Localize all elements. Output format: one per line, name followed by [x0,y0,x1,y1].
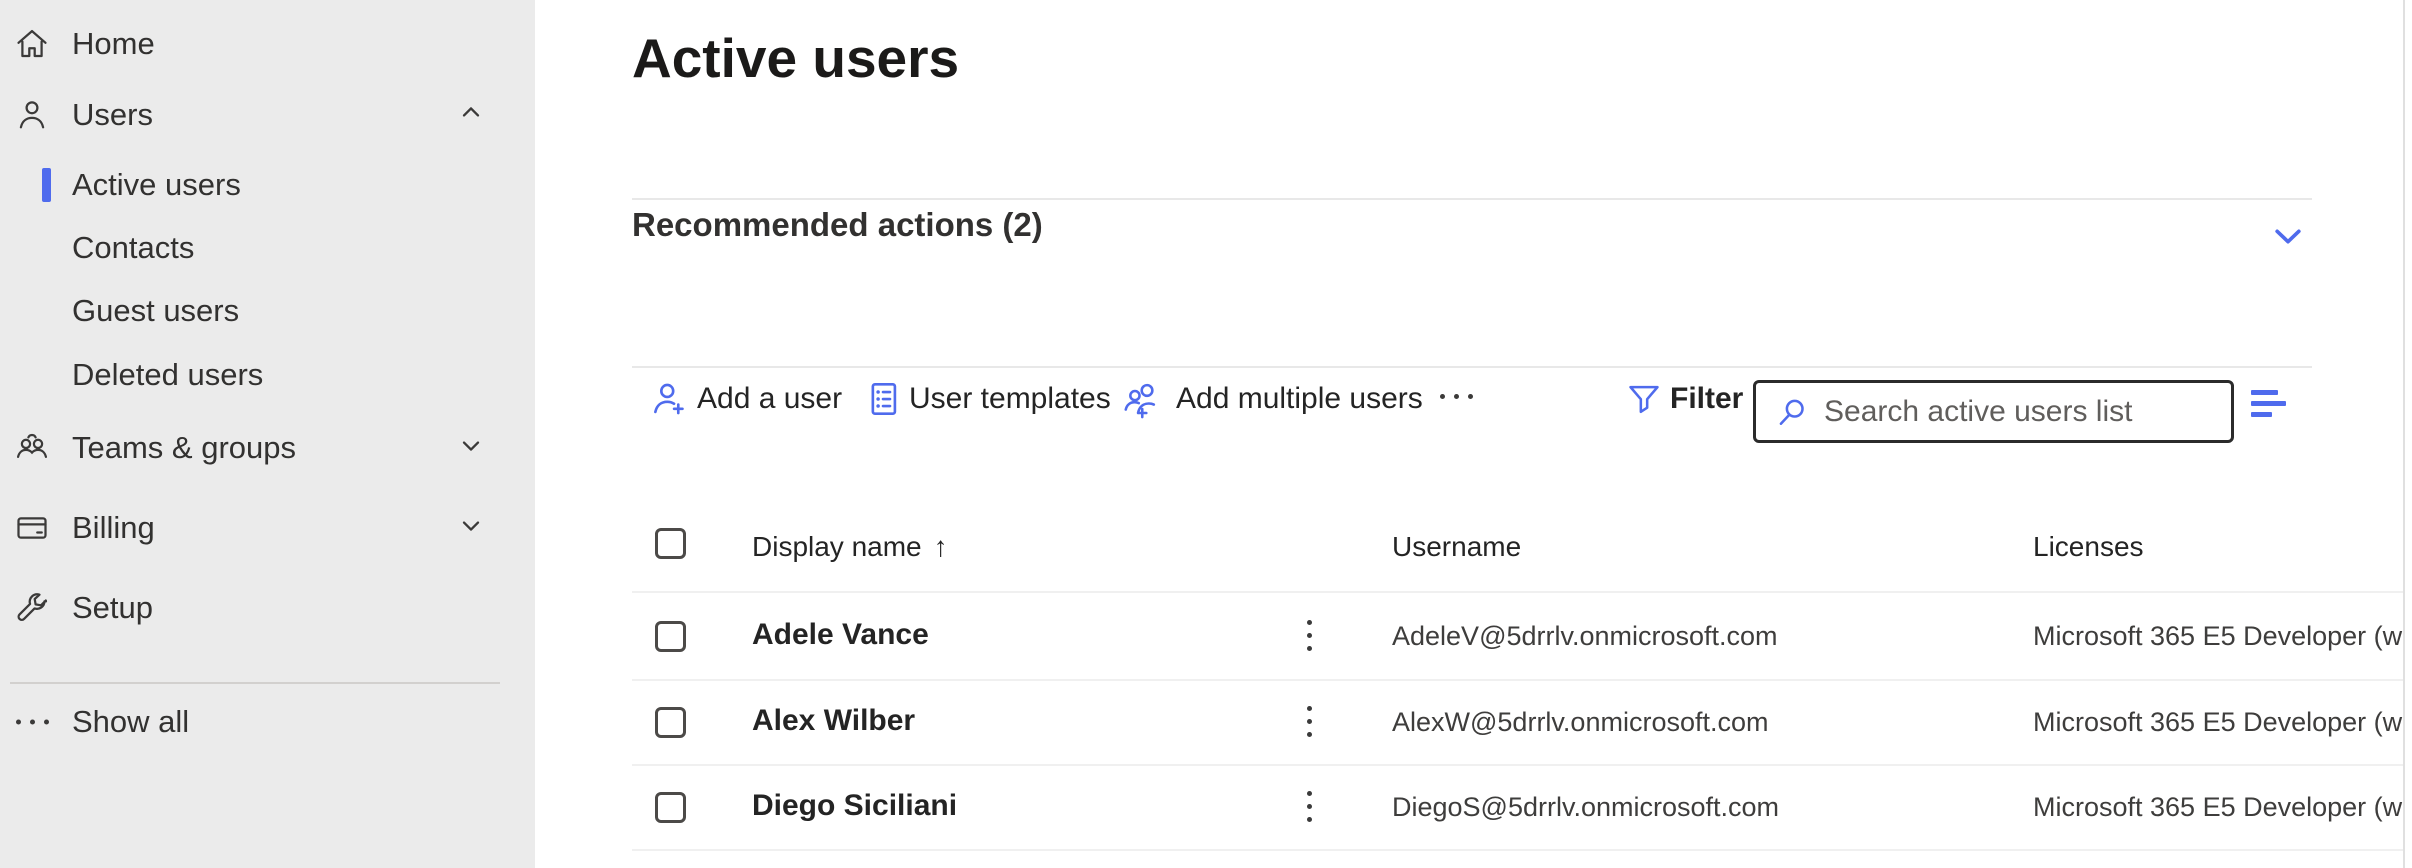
sidebar-item-guest-users[interactable]: Guest users [0,282,535,340]
ellipsis-icon [10,720,54,725]
sidebar-item-label: Show all [72,704,189,740]
sidebar-item-label: Deleted users [72,357,263,393]
home-icon [10,26,54,62]
display-name-cell[interactable]: Alex Wilber [752,704,915,738]
user-templates-icon[interactable] [862,378,904,425]
licenses-cell: Microsoft 365 E5 Developer (withou [2033,621,2405,652]
chevron-down-icon[interactable] [2268,216,2308,261]
username-cell: DiegoS@5drrlv.onmicrosoft.com [1392,792,1779,823]
sidebar-item-teams-groups[interactable]: Teams & groups [0,419,535,477]
search-icon [1774,394,1810,430]
page-title: Active users [632,26,959,90]
selected-indicator [42,168,51,202]
row-divider [632,764,2405,766]
sidebar-item-users[interactable]: Users [0,86,535,144]
sidebar-item-setup[interactable]: Setup [0,579,535,637]
chevron-down-icon [457,432,485,465]
row-checkbox[interactable] [655,707,686,738]
scroll-edge-line [2403,0,2405,868]
filter-button[interactable]: Filter [1670,382,1743,416]
sidebar-item-label: Teams & groups [72,430,296,466]
display-name-cell[interactable]: Adele Vance [752,618,929,652]
sidebar-item-label: Guest users [72,293,239,329]
sort-ascending-arrow: ↑ [934,531,948,562]
wrench-icon [10,590,54,626]
sidebar-item-label: Contacts [72,230,194,266]
sort-lines-icon[interactable] [2251,390,2286,423]
sidebar-item-active-users[interactable]: Active users [0,156,535,214]
sidebar-item-billing[interactable]: Billing [0,499,535,557]
licenses-cell: Microsoft 365 E5 Developer (withou [2033,792,2405,823]
column-header-licenses[interactable]: Licenses [2033,531,2144,563]
recommended-actions-divider [632,366,2312,368]
row-divider [632,849,2405,851]
column-header-display-name[interactable]: Display name↑ [752,531,948,563]
admin-center-page: Home Users Active users Contacts Guest u… [0,0,2412,868]
search-box [1753,380,2234,443]
sidebar-item-label: Setup [72,590,153,626]
search-input[interactable] [1824,395,2221,429]
add-user-icon[interactable] [648,378,690,425]
add-multiple-users-icon[interactable] [1121,378,1165,427]
row-more-actions-icon[interactable] [1307,706,1312,737]
row-divider [632,679,2405,681]
column-header-username[interactable]: Username [1392,531,1521,563]
add-multiple-users-button[interactable]: Add multiple users [1176,382,1423,416]
add-user-button[interactable]: Add a user [697,382,842,416]
user-templates-button[interactable]: User templates [909,382,1111,416]
sidebar-item-label: Users [72,97,153,133]
username-cell: AlexW@5drrlv.onmicrosoft.com [1392,707,1768,738]
chevron-up-icon [457,99,485,132]
sidebar-divider [10,682,500,684]
sidebar-item-show-all[interactable]: Show all [0,693,535,751]
more-actions-icon[interactable] [1440,394,1473,399]
people-icon [10,429,54,467]
sidebar-item-home[interactable]: Home [0,15,535,73]
main-content: Active users Recommended actions (2) Add… [535,0,2412,868]
person-icon [10,97,54,133]
row-checkbox[interactable] [655,621,686,652]
chevron-down-icon [457,512,485,545]
display-name-cell[interactable]: Diego Siciliani [752,789,957,823]
select-all-checkbox[interactable] [655,528,686,559]
recommended-actions-header[interactable]: Recommended actions (2) [632,206,1043,244]
sidebar: Home Users Active users Contacts Guest u… [0,0,535,868]
sidebar-item-label: Home [72,26,155,62]
title-divider [632,198,2312,200]
filter-icon[interactable] [1625,380,1663,423]
sidebar-item-deleted-users[interactable]: Deleted users [0,346,535,404]
row-checkbox[interactable] [655,792,686,823]
row-more-actions-icon[interactable] [1307,620,1312,651]
sidebar-item-label: Billing [72,510,155,546]
licenses-cell: Microsoft 365 E5 Developer (withou [2033,707,2405,738]
header-divider [632,591,2405,593]
username-cell: AdeleV@5drrlv.onmicrosoft.com [1392,621,1778,652]
row-more-actions-icon[interactable] [1307,791,1312,822]
sidebar-item-label: Active users [72,167,241,203]
sidebar-item-contacts[interactable]: Contacts [0,219,535,277]
credit-card-icon [10,510,54,546]
